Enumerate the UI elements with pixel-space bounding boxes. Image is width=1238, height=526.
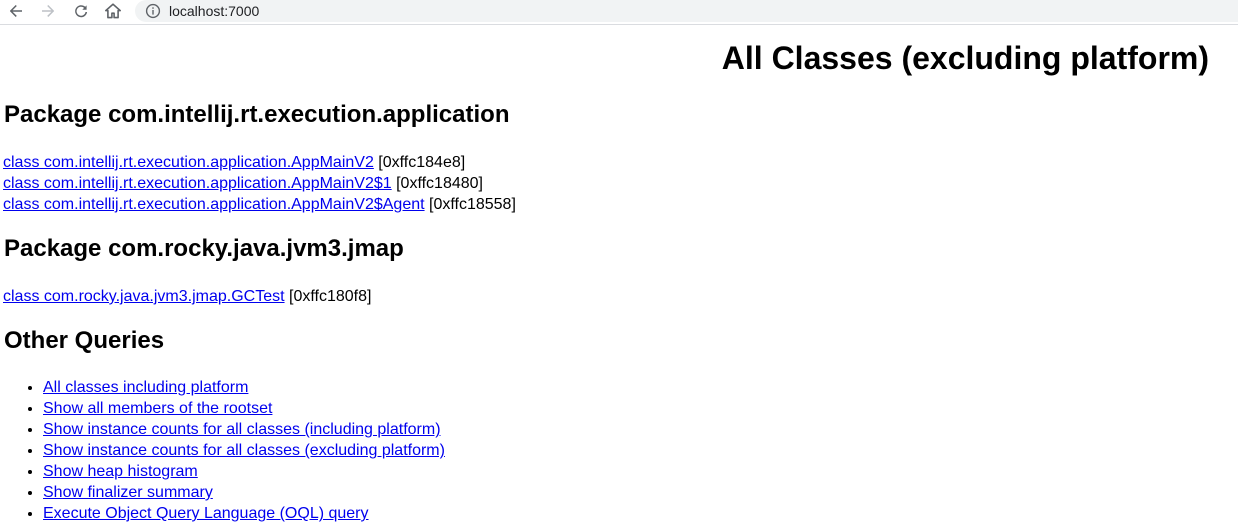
query-link-all-classes-including-platform[interactable]: All classes including platform [43, 379, 248, 396]
list-item: Show instance counts for all classes (ex… [43, 440, 445, 461]
reload-icon [75, 5, 88, 18]
other-queries-heading: Other Queries [4, 327, 165, 354]
list-item: Show all members of the rootset [43, 398, 445, 419]
class-address: [0xffc18480] [391, 175, 483, 192]
package-heading: Package com.intellij.rt.execution.applic… [4, 101, 510, 128]
back-button[interactable] [5, 0, 27, 22]
query-link-instance-counts-excluding[interactable]: Show instance counts for all classes (ex… [43, 442, 445, 459]
browser-toolbar: localhost:7000 [0, 0, 1238, 25]
class-address: [0xffc184e8] [373, 154, 466, 171]
list-item: Show finalizer summary [43, 482, 445, 503]
reload-button[interactable] [70, 0, 92, 22]
query-link-heap-histogram[interactable]: Show heap histogram [43, 463, 198, 480]
page-title: All Classes (excluding platform) [721, 40, 1209, 76]
forward-button[interactable] [37, 0, 59, 22]
class-row: class com.intellij.rt.execution.applicat… [3, 194, 516, 215]
home-icon [105, 3, 121, 19]
other-queries-list: All classes including platform Show all … [0, 377, 445, 524]
list-item: Execute Object Query Language (OQL) quer… [43, 503, 445, 524]
home-button[interactable] [102, 0, 124, 22]
page-content: All Classes (excluding platform) Package… [0, 25, 1238, 526]
class-address: [0xffc180f8] [284, 288, 372, 305]
package-heading: Package com.rocky.java.jvm3.jmap [4, 235, 404, 262]
query-link-rootset-members[interactable]: Show all members of the rootset [43, 400, 272, 417]
list-item: Show heap histogram [43, 461, 445, 482]
list-item: All classes including platform [43, 377, 445, 398]
class-link[interactable]: class com.intellij.rt.execution.applicat… [3, 196, 425, 213]
forward-arrow-icon [42, 5, 54, 17]
class-address: [0xffc18558] [424, 196, 516, 213]
url-text[interactable]: localhost:7000 [169, 2, 259, 20]
class-link[interactable]: class com.intellij.rt.execution.applicat… [3, 154, 374, 171]
query-link-instance-counts-including[interactable]: Show instance counts for all classes (in… [43, 421, 441, 438]
class-row: class com.rocky.java.jvm3.jmap.GCTest [0… [3, 286, 371, 307]
class-link[interactable]: class com.rocky.java.jvm3.jmap.GCTest [3, 288, 285, 305]
class-row: class com.intellij.rt.execution.applicat… [3, 152, 465, 173]
query-link-oql-query[interactable]: Execute Object Query Language (OQL) quer… [43, 505, 369, 522]
query-link-finalizer-summary[interactable]: Show finalizer summary [43, 484, 213, 501]
list-item: Show instance counts for all classes (in… [43, 419, 445, 440]
class-link[interactable]: class com.intellij.rt.execution.applicat… [3, 175, 392, 192]
back-arrow-icon [10, 5, 22, 17]
address-bar[interactable]: localhost:7000 [135, 0, 1238, 22]
info-icon[interactable] [145, 3, 161, 19]
class-row: class com.intellij.rt.execution.applicat… [3, 173, 483, 194]
